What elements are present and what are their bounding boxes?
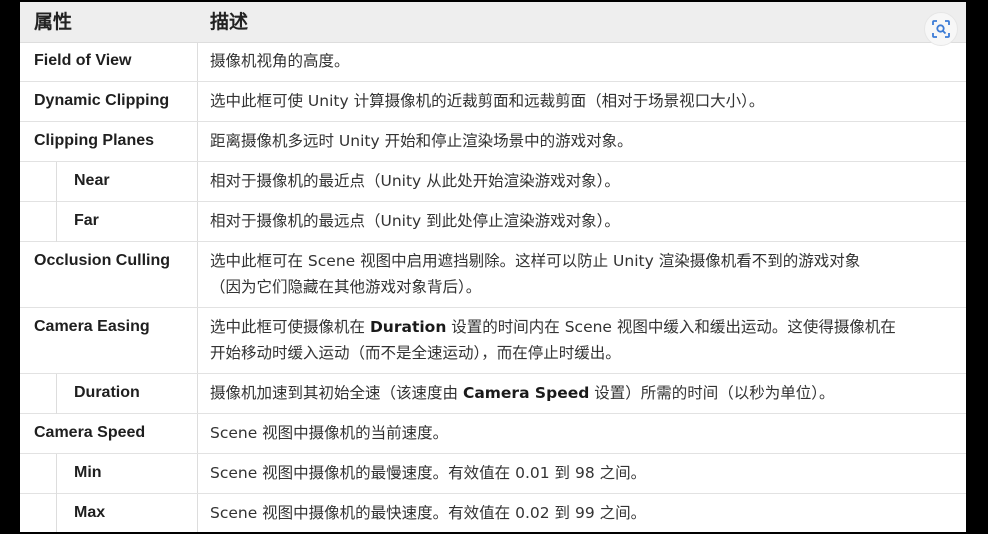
table-row: Near 相对于摄像机的最近点（Unity 从此处开始渲染游戏对象）。 [20,162,966,202]
property-description: 距离摄像机多远时 Unity 开始和停止渲染场景中的游戏对象。 [210,132,633,150]
property-name: Duration [74,384,140,401]
settings-table: 属性 描述 Field of View 摄像机视角的高度。 Dynamic Cl… [20,2,966,532]
property-name: Occlusion Culling [34,252,171,269]
table-row: Max Scene 视图中摄像机的最快速度。有效值在 0.02 到 99 之间。 [20,494,966,532]
description-line: 选中此框可使摄像机在 Duration 设置的时间内在 Scene 视图中缓入和… [210,314,958,340]
property-name: Camera Speed [34,424,146,441]
property-description: 摄像机加速到其初始全速（该速度由 Camera Speed 设置）所需的时间（以… [210,380,958,406]
table-header: 属性 描述 [20,2,966,43]
indent-divider [56,162,57,202]
indent-divider [56,374,57,414]
property-description: Scene 视图中摄像机的最慢速度。有效值在 0.01 到 98 之间。 [210,464,647,482]
property-description: 相对于摄像机的最远点（Unity 到此处停止渲染游戏对象）。 [210,212,620,230]
table-row: Min Scene 视图中摄像机的最慢速度。有效值在 0.01 到 98 之间。 [20,454,966,494]
table-row: Field of View 摄像机视角的高度。 [20,42,966,82]
header-property: 属性 [34,11,73,33]
property-description: Scene 视图中摄像机的最快速度。有效值在 0.02 到 99 之间。 [210,504,647,522]
indent-divider [56,454,57,494]
property-description: 选中此框可使 Unity 计算摄像机的近裁剪面和远裁剪面（相对于场景视口大小）。 [210,92,765,110]
property-name: Max [74,504,106,521]
description-line: （因为它们隐藏在其他游戏对象背后）。 [210,278,482,296]
indent-divider [56,202,57,242]
property-name: Clipping Planes [34,132,155,149]
table-row: Clipping Planes 距离摄像机多远时 Unity 开始和停止渲染场景… [20,122,966,162]
description-line: 开始移动时缓入运动（而不是全速运动），而在停止时缓出。 [210,344,621,362]
header-description: 描述 [210,11,249,33]
description-text: 设置）所需的时间（以秒为单位）。 [589,384,835,402]
property-description: 摄像机视角的高度。 [210,52,350,70]
description-text: 摄像机加速到其初始全速（该速度由 [210,384,463,402]
property-name: Min [74,464,102,481]
property-description: 选中此框可使摄像机在 Duration 设置的时间内在 Scene 视图中缓入和… [210,314,958,366]
table-row: Dynamic Clipping 选中此框可使 Unity 计算摄像机的近裁剪面… [20,82,966,122]
property-description: 选中此框可在 Scene 视图中启用遮挡剔除。这样可以防止 Unity 渲染摄像… [210,248,958,300]
description-line: 选中此框可在 Scene 视图中启用遮挡剔除。这样可以防止 Unity 渲染摄像… [210,252,861,270]
table-row: Far 相对于摄像机的最远点（Unity 到此处停止渲染游戏对象）。 [20,202,966,242]
property-name: Near [74,172,110,189]
table-row: Camera Speed Scene 视图中摄像机的当前速度。 [20,414,966,454]
table-row: Duration 摄像机加速到其初始全速（该速度由 Camera Speed 设… [20,374,966,414]
table-row: Occlusion Culling 选中此框可在 Scene 视图中启用遮挡剔除… [20,242,966,308]
visual-search-icon[interactable] [924,12,958,46]
property-name: Far [74,212,99,229]
description-text: 选中此框可使摄像机在 [210,318,370,336]
table-row: Camera Easing 选中此框可使摄像机在 Duration 设置的时间内… [20,308,966,374]
description-keyword: Duration [369,318,447,336]
property-description: 相对于摄像机的最近点（Unity 从此处开始渲染游戏对象）。 [210,172,620,190]
description-text: 设置的时间内在 Scene 视图中缓入和缓出运动。这使得摄像机在 [446,318,896,336]
property-description: Scene 视图中摄像机的当前速度。 [210,424,449,442]
property-name: Field of View [34,52,132,69]
property-name: Camera Easing [34,318,150,335]
property-name: Dynamic Clipping [34,92,170,109]
indent-divider [56,494,57,532]
description-keyword: Camera Speed [462,384,590,402]
